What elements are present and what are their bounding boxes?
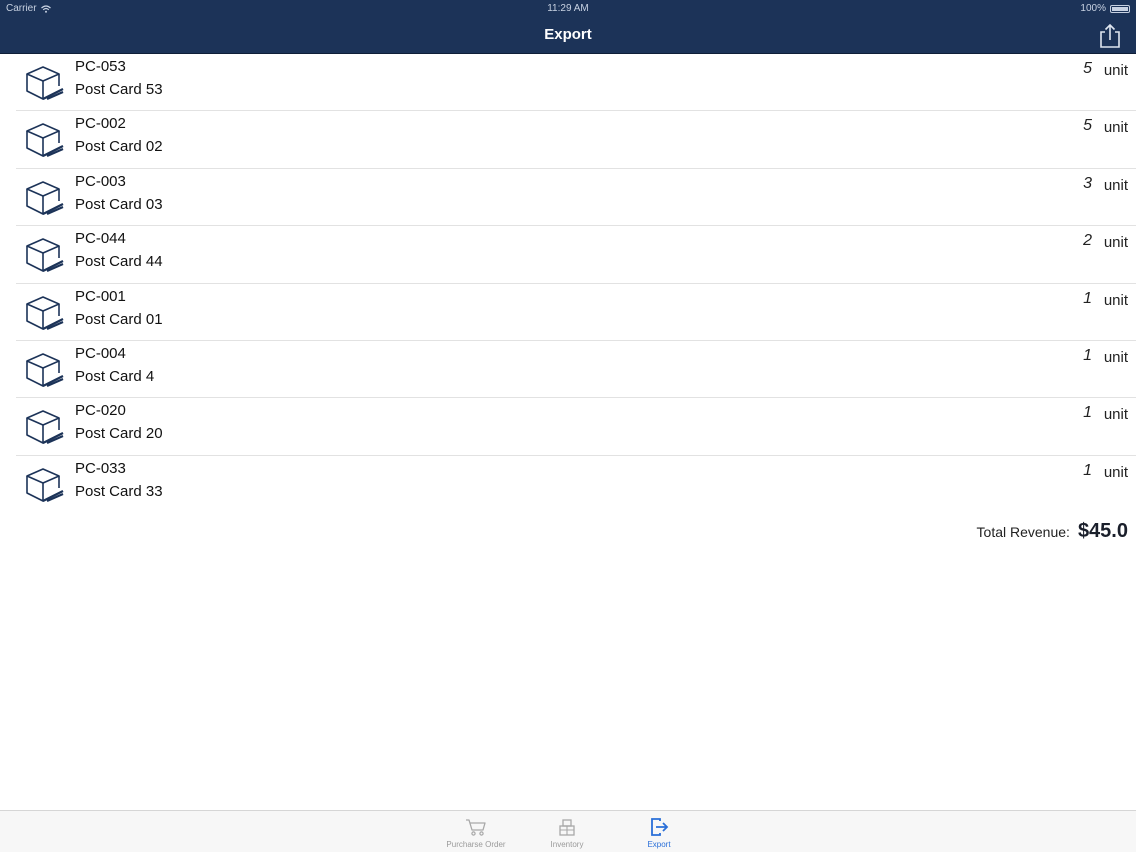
item-name: Post Card 33 bbox=[75, 482, 163, 500]
list-item[interactable]: PC-003 Post Card 03 3 unit bbox=[16, 169, 1136, 227]
item-name: Post Card 44 bbox=[75, 253, 163, 271]
item-quantity: 1 bbox=[1083, 404, 1092, 422]
item-name: Post Card 01 bbox=[75, 310, 163, 328]
list-item[interactable]: PC-001 Post Card 01 1 unit bbox=[16, 284, 1136, 341]
battery-indicator: 100% bbox=[1080, 3, 1130, 14]
item-name: Post Card 4 bbox=[75, 367, 155, 385]
item-quantity: 2 bbox=[1083, 232, 1092, 250]
item-name: Post Card 02 bbox=[75, 138, 163, 156]
item-name: Post Card 20 bbox=[75, 425, 163, 443]
box-icon bbox=[24, 351, 64, 389]
tab-inventory[interactable]: Inventory bbox=[522, 817, 612, 849]
box-icon bbox=[24, 408, 64, 446]
status-bar: Carrier 11:29 AM 100% bbox=[0, 0, 1136, 17]
export-item-list: PC-053 Post Card 53 5 unit PC-002 Post C… bbox=[0, 54, 1136, 513]
item-code: PC-053 bbox=[75, 58, 126, 75]
item-code: PC-020 bbox=[75, 402, 126, 420]
item-unit: unit bbox=[1103, 291, 1128, 309]
item-unit: unit bbox=[1103, 176, 1128, 194]
item-quantity: 1 bbox=[1083, 289, 1092, 307]
tab-bar: Purcharse Order Inventory Export bbox=[0, 810, 1136, 852]
tab-label: Export bbox=[647, 840, 671, 849]
box-icon bbox=[24, 466, 64, 504]
item-code: PC-033 bbox=[75, 459, 126, 477]
tab-label: Purcharse Order bbox=[446, 840, 506, 849]
list-item[interactable]: PC-033 Post Card 33 1 unit bbox=[16, 456, 1136, 513]
item-code: PC-001 bbox=[75, 287, 126, 305]
item-code: PC-003 bbox=[75, 172, 126, 190]
box-icon bbox=[24, 236, 64, 274]
inventory-icon bbox=[559, 819, 575, 836]
navigation-bar: Export bbox=[0, 17, 1136, 54]
box-icon bbox=[24, 179, 64, 217]
item-name: Post Card 03 bbox=[75, 195, 163, 213]
item-quantity: 3 bbox=[1083, 174, 1092, 192]
total-revenue-label: Total Revenue: bbox=[976, 524, 1070, 540]
item-unit: unit bbox=[1103, 119, 1128, 137]
box-icon bbox=[24, 64, 64, 102]
battery-icon bbox=[1110, 4, 1130, 13]
export-icon bbox=[651, 818, 669, 836]
item-quantity: 5 bbox=[1083, 117, 1092, 135]
item-code: PC-002 bbox=[75, 115, 126, 133]
item-code: PC-044 bbox=[75, 230, 126, 248]
total-revenue: Total Revenue: $45.0 bbox=[977, 520, 1128, 543]
item-unit: unit bbox=[1103, 234, 1128, 252]
list-item[interactable]: PC-044 Post Card 44 2 unit bbox=[16, 226, 1136, 284]
item-code: PC-004 bbox=[75, 344, 126, 362]
item-unit: unit bbox=[1103, 406, 1128, 424]
item-quantity: 5 bbox=[1083, 60, 1092, 77]
box-icon bbox=[24, 121, 64, 159]
tab-export[interactable]: Export bbox=[614, 817, 704, 849]
item-unit: unit bbox=[1103, 348, 1128, 366]
item-unit: unit bbox=[1103, 463, 1128, 481]
page-title: Export bbox=[544, 26, 592, 43]
share-icon[interactable] bbox=[1098, 23, 1122, 49]
item-quantity: 1 bbox=[1083, 346, 1092, 364]
list-item[interactable]: PC-053 Post Card 53 5 unit bbox=[16, 54, 1136, 112]
tab-label: Inventory bbox=[550, 840, 584, 849]
item-unit: unit bbox=[1103, 62, 1128, 79]
item-name: Post Card 53 bbox=[75, 81, 163, 98]
total-revenue-value: $45.0 bbox=[1077, 520, 1128, 542]
item-quantity: 1 bbox=[1083, 461, 1092, 479]
list-item[interactable]: PC-002 Post Card 02 5 unit bbox=[16, 111, 1136, 169]
tab-purchase-order[interactable]: Purcharse Order bbox=[431, 817, 521, 849]
status-time: 11:29 AM bbox=[547, 3, 589, 14]
list-item[interactable]: PC-020 Post Card 20 1 unit bbox=[16, 398, 1136, 456]
cart-icon bbox=[466, 819, 486, 836]
list-item[interactable]: PC-004 Post Card 4 1 unit bbox=[16, 341, 1136, 399]
battery-label: 100% bbox=[1080, 3, 1106, 14]
box-icon bbox=[24, 294, 64, 332]
